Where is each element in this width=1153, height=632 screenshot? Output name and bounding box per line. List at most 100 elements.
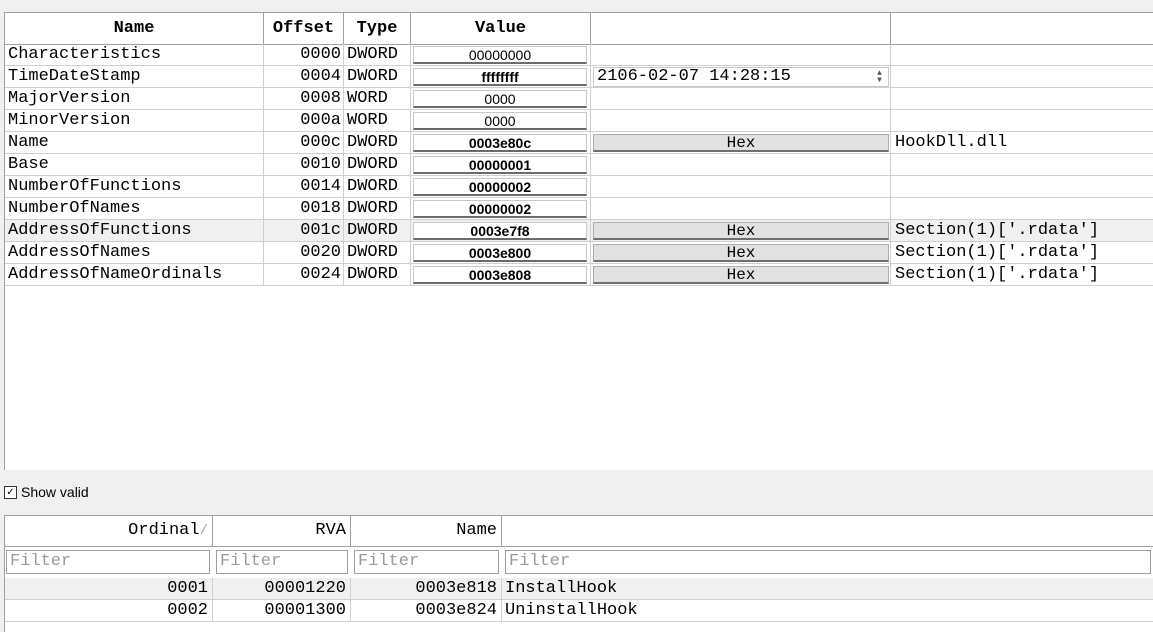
header-export-extra[interactable] xyxy=(502,516,1153,546)
field-value-input[interactable]: 0003e808 xyxy=(413,266,587,284)
field-type: DWORD xyxy=(344,220,411,242)
field-value-input[interactable]: 0000 xyxy=(413,90,587,108)
export-name-rva: 0003e818 xyxy=(351,578,502,600)
field-name: NumberOfNames xyxy=(5,198,264,220)
table-row[interactable]: TimeDateStamp 0004 DWORD ffffffff 2106-02-07… xyxy=(5,66,1153,88)
field-value-cell: 0003e800 xyxy=(411,242,591,264)
field-name: Characteristics xyxy=(5,44,264,66)
filter-rva-input[interactable]: Filter xyxy=(216,550,348,574)
hex-button[interactable]: Hex xyxy=(593,134,889,152)
table-row[interactable]: Name 000c DWORD 0003e80c Hex HookDll.dll xyxy=(5,132,1153,154)
field-extra2 xyxy=(891,44,1153,66)
field-extra2 xyxy=(891,110,1153,132)
export-directory-table: Name Offset Type Value Characteristics 00… xyxy=(4,12,1153,470)
spin-updown-icon[interactable]: ▲ ▼ xyxy=(873,70,886,85)
filter-ordinal-input[interactable]: Filter xyxy=(6,550,210,574)
field-type: DWORD xyxy=(344,264,411,286)
field-value-cell: 00000001 xyxy=(411,154,591,176)
table-row[interactable]: NumberOfNames 0018 DWORD 00000002 xyxy=(5,198,1153,220)
exports-table: Ordinal/ RVA Name Filter Filter Filter F… xyxy=(4,515,1153,632)
field-extra1: 2106-02-07 14:28:15 ▲ ▼ xyxy=(591,66,891,88)
field-value-input[interactable]: 00000001 xyxy=(413,156,587,174)
field-extra1: Hex xyxy=(591,132,891,154)
field-offset: 0000 xyxy=(264,44,344,66)
field-extra2 xyxy=(891,88,1153,110)
field-name: MajorVersion xyxy=(5,88,264,110)
hex-button[interactable]: Hex xyxy=(593,266,889,284)
timestamp-field[interactable]: 2106-02-07 14:28:15 ▲ ▼ xyxy=(593,67,889,87)
export-ordinal: 0001 xyxy=(5,578,213,600)
table-row[interactable]: AddressOfNames 0020 DWORD 0003e800 Hex Sectio… xyxy=(5,242,1153,264)
header-type[interactable]: Type xyxy=(344,13,411,44)
export-name: UninstallHook xyxy=(502,600,1153,622)
header-extra2[interactable] xyxy=(891,13,1153,44)
field-name: TimeDateStamp xyxy=(5,66,264,88)
checkbox-check-icon[interactable]: ✓ xyxy=(4,485,17,499)
field-extra2 xyxy=(891,154,1153,176)
table-row[interactable]: MajorVersion 0008 WORD 0000 xyxy=(5,88,1153,110)
hex-button[interactable]: Hex xyxy=(593,222,889,240)
field-value-input[interactable]: 0000 xyxy=(413,112,587,130)
export-row[interactable]: 0001 00001220 0003e818 InstallHook xyxy=(5,578,1153,600)
field-name: NumberOfFunctions xyxy=(5,176,264,198)
table-row[interactable]: Base 0010 DWORD 00000001 xyxy=(5,154,1153,176)
field-extra1 xyxy=(591,44,891,66)
hex-button[interactable]: Hex xyxy=(593,244,889,262)
field-name: MinorVersion xyxy=(5,110,264,132)
field-type: DWORD xyxy=(344,44,411,66)
header-rva[interactable]: RVA xyxy=(213,516,351,546)
field-value-input[interactable]: 00000002 xyxy=(413,200,587,218)
field-offset: 0010 xyxy=(264,154,344,176)
filter-row: Filter Filter Filter Filter xyxy=(5,547,1153,577)
field-value-cell: 0003e80c xyxy=(411,132,591,154)
table-row[interactable]: Characteristics 0000 DWORD 00000000 xyxy=(5,44,1153,66)
field-value-input[interactable]: 0003e80c xyxy=(413,134,587,152)
field-value-cell: 00000000 xyxy=(411,44,591,66)
field-type: DWORD xyxy=(344,66,411,88)
show-valid-checkbox[interactable]: ✓ Show valid xyxy=(4,482,89,502)
table-row[interactable]: AddressOfNameOrdinals 0024 DWORD 0003e808 He… xyxy=(5,264,1153,286)
field-offset: 0008 xyxy=(264,88,344,110)
field-value-cell: 00000002 xyxy=(411,176,591,198)
export-row[interactable]: 0002 00001300 0003e824 UninstallHook xyxy=(5,600,1153,622)
field-offset: 000a xyxy=(264,110,344,132)
field-value-cell: 00000002 xyxy=(411,198,591,220)
header-value[interactable]: Value xyxy=(411,13,591,44)
field-value-cell: 0000 xyxy=(411,110,591,132)
table-row[interactable]: MinorVersion 000a WORD 0000 xyxy=(5,110,1153,132)
field-offset: 0018 xyxy=(264,198,344,220)
filter-name-input[interactable]: Filter xyxy=(505,550,1151,574)
field-type: DWORD xyxy=(344,154,411,176)
field-extra1: Hex xyxy=(591,242,891,264)
field-offset: 0014 xyxy=(264,176,344,198)
header-name[interactable]: Name xyxy=(5,13,264,44)
show-valid-label: Show valid xyxy=(21,484,89,500)
header-extra1[interactable] xyxy=(591,13,891,44)
field-value-input[interactable]: 0003e7f8 xyxy=(413,222,587,240)
field-value-input[interactable]: ffffffff xyxy=(413,68,587,86)
field-extra2: Section(1)['.rdata'] xyxy=(891,242,1153,264)
header-export-name[interactable]: Name xyxy=(351,516,502,546)
field-value-cell: 0003e7f8 xyxy=(411,220,591,242)
table-row[interactable]: AddressOfFunctions 001c DWORD 0003e7f8 Hex Se… xyxy=(5,220,1153,242)
field-type: DWORD xyxy=(344,242,411,264)
header-offset[interactable]: Offset xyxy=(264,13,344,44)
field-name: AddressOfNames xyxy=(5,242,264,264)
header-ordinal[interactable]: Ordinal/ xyxy=(5,516,213,546)
field-value-cell: ffffffff xyxy=(411,66,591,88)
export-name-rva: 0003e824 xyxy=(351,600,502,622)
filter-name-rva-input[interactable]: Filter xyxy=(354,550,499,574)
field-extra1 xyxy=(591,176,891,198)
export-name: InstallHook xyxy=(502,578,1153,600)
field-extra1 xyxy=(591,88,891,110)
table-row[interactable]: NumberOfFunctions 0014 DWORD 00000002 xyxy=(5,176,1153,198)
field-value-input[interactable]: 00000000 xyxy=(413,46,587,64)
field-value-cell: 0003e808 xyxy=(411,264,591,286)
field-value-input[interactable]: 00000002 xyxy=(413,178,587,196)
table-header: Name Offset Type Value xyxy=(5,13,1153,45)
export-rva: 00001300 xyxy=(213,600,351,622)
field-name: AddressOfNameOrdinals xyxy=(5,264,264,286)
field-value-input[interactable]: 0003e800 xyxy=(413,244,587,262)
field-extra2: HookDll.dll xyxy=(891,132,1153,154)
field-value-cell: 0000 xyxy=(411,88,591,110)
